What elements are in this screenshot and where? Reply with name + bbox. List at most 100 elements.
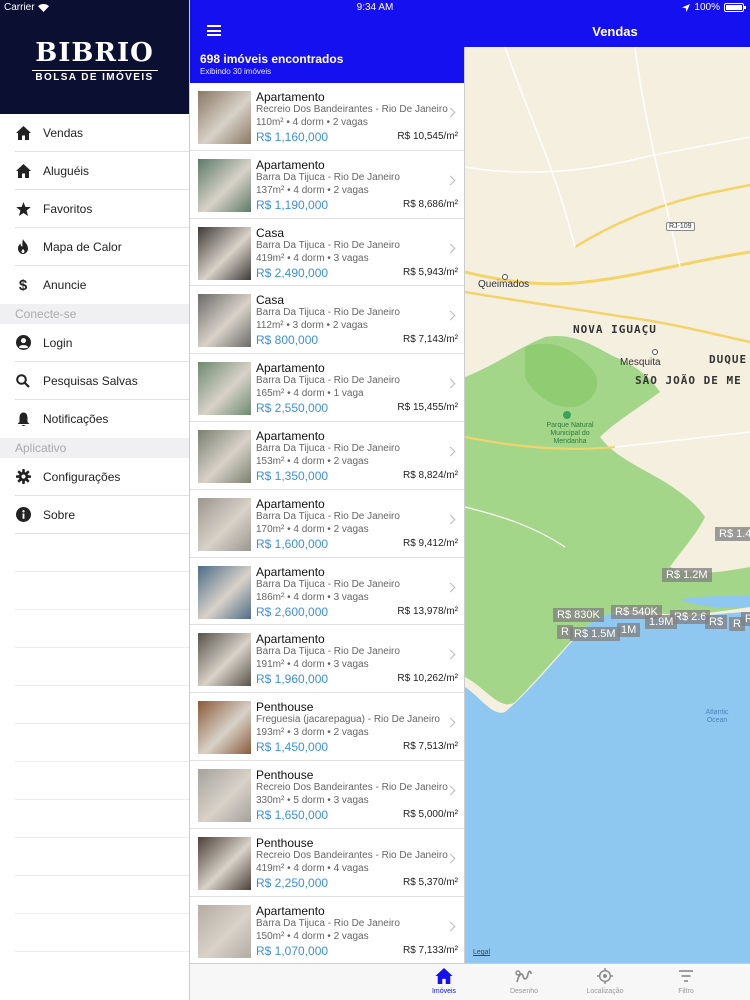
bottom-tab-bar: Imóveis Desenho Localização Filtro: [190, 963, 750, 1000]
empty-row: [15, 800, 189, 838]
listing-price: R$ 1,350,000: [256, 468, 329, 483]
listing-type: Apartamento: [256, 428, 325, 443]
listing-type: Apartamento: [256, 632, 325, 647]
map-canvas: [465, 47, 750, 963]
tab-localizacao[interactable]: Localização: [575, 968, 635, 995]
listing-row[interactable]: Apartamento Barra Da Tijuca - Rio De Jane…: [190, 558, 464, 626]
listing-row[interactable]: Casa Barra Da Tijuca - Rio De Janeiro 419m…: [190, 219, 464, 287]
app-root: BIBRIO BOLSA DE IMÓVEIS Vendas Aluguéis …: [0, 0, 750, 1000]
listing-row[interactable]: Apartamento Barra Da Tijuca - Rio De Jane…: [190, 490, 464, 558]
price-pin[interactable]: R$: [705, 615, 728, 629]
price-pin[interactable]: R$ 1.5M: [570, 627, 620, 641]
menu-item-mapa-de-calor[interactable]: Mapa de Calor: [15, 228, 189, 266]
listing-details: 419m² • 4 dorm • 4 vagas: [256, 862, 369, 874]
listing-price: R$ 2,250,000: [256, 875, 329, 890]
listing-panel[interactable]: 698 imóveis encontrados Exibindo 30 imóv…: [190, 47, 465, 963]
listing-row[interactable]: Apartamento Barra Da Tijuca - Rio De Jane…: [190, 422, 464, 490]
listing-details: 193m² • 3 dorm • 2 vagas: [256, 727, 369, 739]
listing-type: Penthouse: [256, 767, 314, 782]
map-view[interactable]: RJ-109 Queimados NOVA IGUAÇU Mesquita DU…: [465, 47, 750, 963]
listing-thumbnail: [198, 294, 251, 348]
listing-row[interactable]: Penthouse Recreio Dos Bandeirantes - Rio …: [190, 829, 464, 897]
listing-location: Recreio Dos Bandeirantes - Rio De Janeir…: [256, 104, 448, 115]
menu-item-label: Mapa de Calor: [43, 239, 122, 254]
chevron-right-icon: [445, 107, 456, 118]
listing-details: 165m² • 4 dorm • 1 vaga: [256, 388, 364, 400]
listing-row[interactable]: Apartamento Barra Da Tijuca - Rio De Jane…: [190, 625, 464, 694]
wifi-icon: [37, 3, 49, 12]
price-pin[interactable]: 1.9M: [645, 615, 678, 629]
listing-location: Recreio Dos Bandeirantes - Rio De Janeir…: [256, 781, 448, 793]
listing-row[interactable]: Apartamento Recreio Dos Bandeirantes - Ri…: [190, 83, 464, 151]
listing-price-per-m2: R$ 5,943/m²: [402, 266, 458, 278]
status-carrier: Carrier: [4, 2, 49, 13]
listing-row[interactable]: Apartamento Barra Da Tijuca - Rio De Jane…: [190, 151, 464, 219]
listing-details: 153m² • 4 dorm • 2 vagas: [256, 455, 369, 467]
tab-filtro[interactable]: Filtro: [656, 968, 716, 995]
menu-item-pesquisas-salvas[interactable]: Pesquisas Salvas: [15, 362, 189, 400]
user-icon: [15, 335, 31, 351]
listing-type: Penthouse: [256, 700, 314, 715]
listing-thumbnail: [198, 362, 251, 416]
listing-type: Apartamento: [256, 564, 325, 579]
menu-item-alugueis[interactable]: Aluguéis: [15, 152, 189, 190]
menu-item-notificacoes[interactable]: Notificações: [15, 400, 189, 438]
results-header: 698 imóveis encontrados Exibindo 30 imóv…: [190, 47, 464, 83]
listing-price: R$ 2,600,000: [256, 604, 329, 619]
listing-price-per-m2: R$ 5,370/m²: [402, 876, 458, 888]
menu-item-configuracoes[interactable]: Configurações: [15, 458, 189, 496]
map-label-queimados: Queimados: [478, 279, 530, 290]
listing-thumbnail: [198, 836, 251, 890]
menu-item-label: Pesquisas Salvas: [43, 373, 138, 388]
listing-price: R$ 1,960,000: [256, 672, 329, 687]
tab-label: Filtro: [678, 988, 694, 995]
tab-desenho[interactable]: Desenho: [494, 968, 554, 995]
listing-row[interactable]: Penthouse Recreio Dos Bandeirantes - Rio …: [190, 761, 464, 829]
home-icon: [15, 163, 31, 179]
listing-type: Apartamento: [256, 496, 325, 511]
listing-price: R$ 1,190,000: [256, 197, 329, 212]
map-label-park: Parque Natural Municipal do Mendanha: [546, 422, 594, 445]
menu-item-label: Favoritos: [43, 201, 93, 216]
listing-row[interactable]: Casa Barra Da Tijuca - Rio De Janeiro 112m…: [190, 286, 464, 355]
sidebar: BIBRIO BOLSA DE IMÓVEIS Vendas Aluguéis …: [0, 0, 190, 1000]
listing-details: 191m² • 4 dorm • 3 vagas: [256, 659, 369, 671]
price-pin[interactable]: R$ 1.4: [715, 527, 750, 541]
listing-location: Recreio Dos Bandeirantes - Rio De Janeir…: [256, 849, 448, 861]
menu-item-anuncie[interactable]: $ Anuncie: [15, 266, 189, 304]
menu-item-sobre[interactable]: Sobre: [15, 496, 189, 534]
location-arrow-icon: [682, 3, 691, 12]
empty-row: [15, 876, 189, 914]
price-pin[interactable]: R$ 1.2M: [662, 568, 712, 582]
menu-item-favoritos[interactable]: Favoritos: [15, 190, 189, 228]
hamburger-menu-icon[interactable]: [207, 25, 221, 36]
tab-imoveis[interactable]: Imóveis: [414, 968, 474, 995]
listing-details: 419m² • 4 dorm • 3 vagas: [256, 252, 369, 264]
listing-type: Penthouse: [256, 835, 314, 850]
filter-icon: [677, 968, 695, 986]
menu-item-login[interactable]: Login: [15, 324, 189, 362]
listing-details: 112m² • 3 dorm • 2 vagas: [256, 320, 368, 332]
menu-item-vendas[interactable]: Vendas: [15, 114, 189, 152]
menu-item-label: Sobre: [43, 507, 76, 522]
listing-row[interactable]: Penthouse Freguesia (jacarepagua) - Rio D…: [190, 693, 464, 761]
map-legal-link[interactable]: Legal: [473, 949, 490, 956]
price-pin[interactable]: 1M: [617, 623, 641, 637]
price-pin[interactable]: R: [741, 612, 750, 626]
listing-location: Barra Da Tijuca - Rio De Janeiro: [256, 307, 400, 319]
listing-price-per-m2: R$ 9,412/m²: [402, 537, 458, 549]
map-label-sao-joao: SÃO JOÃO DE ME: [635, 374, 742, 387]
listing-location: Barra Da Tijuca - Rio De Janeiro: [256, 375, 400, 387]
sidebar-header: BIBRIO BOLSA DE IMÓVEIS: [0, 0, 189, 114]
listing-price: R$ 1,070,000: [256, 943, 329, 958]
listing-price: R$ 800,000: [256, 333, 319, 348]
listing-row[interactable]: Apartamento Barra Da Tijuca - Rio De Jane…: [190, 897, 464, 963]
listing-location: Freguesia (jacarepagua) - Rio De Janeiro: [256, 714, 440, 726]
bell-icon: [15, 411, 31, 427]
listing-row[interactable]: Apartamento Barra Da Tijuca - Rio De Jane…: [190, 354, 464, 422]
listing-details: 137m² • 4 dorm • 2 vagas: [256, 184, 369, 196]
brand-tagline: BOLSA DE IMÓVEIS: [35, 72, 154, 83]
price-pin[interactable]: R$ 830K: [553, 608, 604, 622]
info-icon: [15, 507, 31, 523]
listing-price-per-m2: R$ 5,000/m²: [402, 808, 458, 820]
